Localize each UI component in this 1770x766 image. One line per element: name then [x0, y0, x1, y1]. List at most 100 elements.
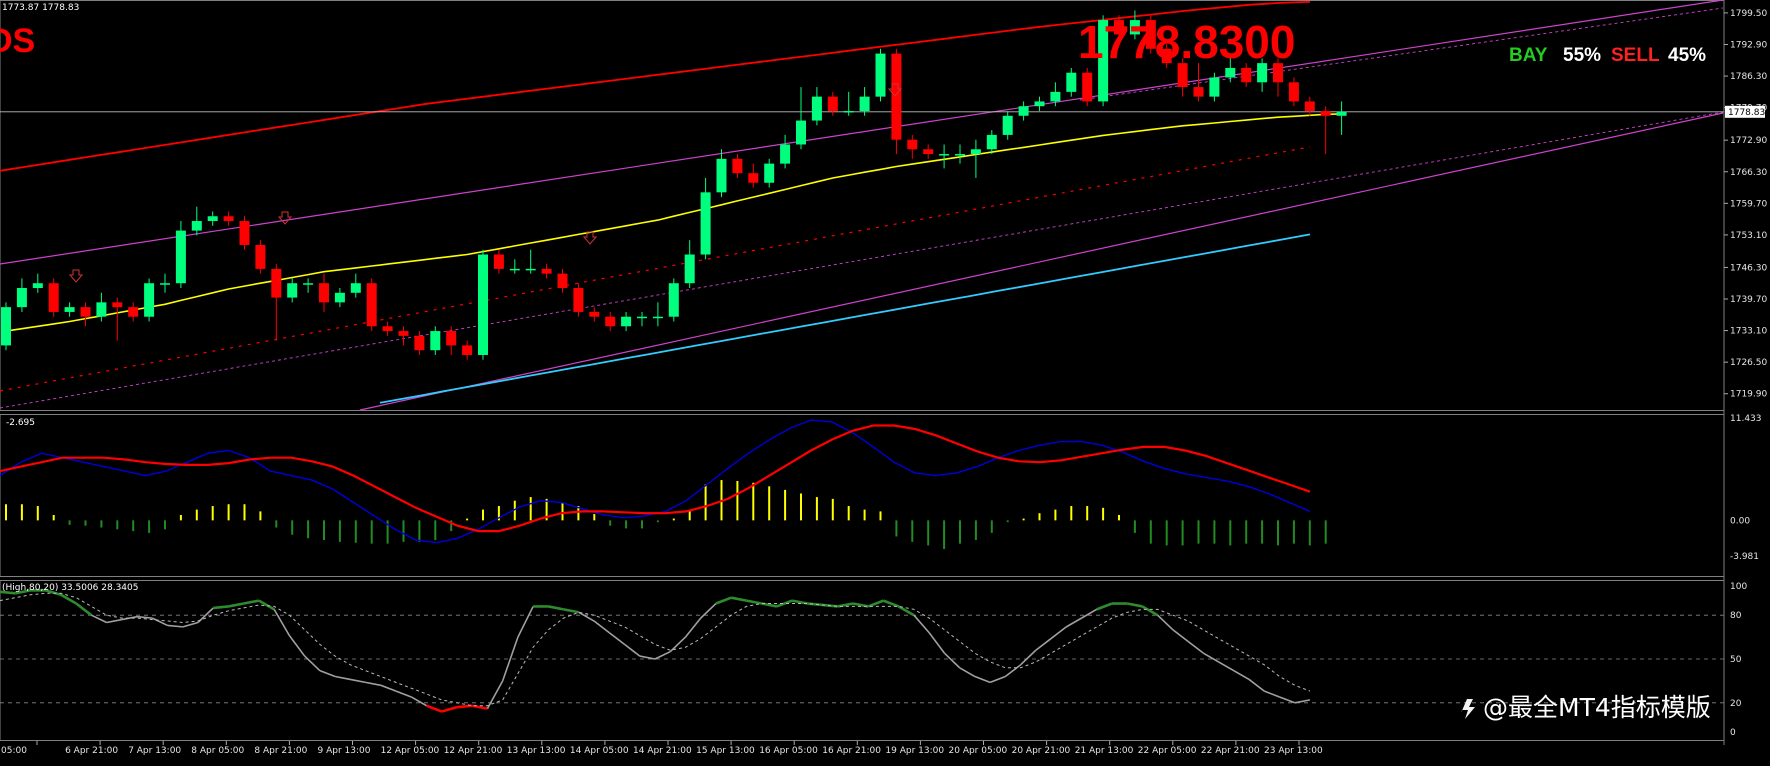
candle-body[interactable]: [1336, 111, 1347, 116]
candle-body[interactable]: [684, 254, 695, 284]
main-price-panel[interactable]: [0, 0, 1724, 411]
candle-body[interactable]: [414, 335, 425, 351]
candle-body[interactable]: [255, 244, 266, 269]
candle-body[interactable]: [541, 268, 552, 274]
candle-body[interactable]: [668, 283, 679, 317]
candle[interactable]: [732, 154, 743, 178]
candle-body[interactable]: [1304, 101, 1315, 111]
candle[interactable]: [1002, 110, 1013, 140]
candle[interactable]: [557, 268, 568, 293]
candle-body[interactable]: [748, 173, 759, 183]
candle[interactable]: [1, 302, 11, 351]
candle-body[interactable]: [732, 158, 743, 174]
candle-body[interactable]: [923, 149, 934, 155]
candle[interactable]: [796, 87, 806, 150]
candle-body[interactable]: [271, 268, 282, 298]
candle[interactable]: [446, 326, 457, 355]
candle-body[interactable]: [1018, 106, 1029, 116]
candle-body[interactable]: [319, 283, 329, 303]
candle[interactable]: [668, 278, 679, 322]
candle[interactable]: [764, 158, 775, 188]
candle[interactable]: [255, 240, 266, 274]
candle[interactable]: [525, 249, 536, 274]
candle-body[interactable]: [1066, 72, 1077, 92]
candle-body[interactable]: [525, 268, 536, 271]
candle[interactable]: [1336, 101, 1347, 135]
candle-body[interactable]: [80, 307, 91, 317]
candle-body[interactable]: [382, 326, 393, 332]
candle[interactable]: [684, 240, 695, 289]
candle[interactable]: [986, 130, 997, 155]
candle[interactable]: [207, 211, 218, 226]
candle[interactable]: [16, 278, 27, 312]
candle[interactable]: [589, 307, 600, 322]
candle-body[interactable]: [716, 158, 727, 193]
candle[interactable]: [319, 273, 329, 312]
candle-body[interactable]: [557, 273, 568, 289]
candle[interactable]: [621, 311, 632, 332]
candle-body[interactable]: [478, 254, 488, 355]
candle-body[interactable]: [796, 120, 806, 145]
candle[interactable]: [1193, 63, 1204, 102]
candle[interactable]: [573, 283, 584, 317]
candle-body[interactable]: [64, 307, 75, 312]
candle[interactable]: [955, 144, 965, 164]
candle[interactable]: [843, 91, 854, 116]
candle[interactable]: [112, 297, 123, 341]
candle-body[interactable]: [1, 307, 11, 346]
trading-chart[interactable]: 1799.501792.901786.301779.701772.901766.…: [0, 0, 1770, 766]
candle-body[interactable]: [1082, 72, 1093, 102]
candle-body[interactable]: [1002, 115, 1013, 135]
candle-body[interactable]: [955, 154, 965, 156]
candle-body[interactable]: [780, 144, 791, 164]
candle[interactable]: [652, 302, 663, 327]
candle[interactable]: [350, 273, 361, 298]
chart-window[interactable]: 1799.501792.901786.301779.701772.901766.…: [0, 0, 1770, 766]
candle-body[interactable]: [334, 292, 345, 303]
candle[interactable]: [175, 221, 186, 289]
candle[interactable]: [891, 48, 902, 155]
candle-body[interactable]: [32, 283, 43, 289]
candle-body[interactable]: [859, 96, 870, 111]
candle-body[interactable]: [1209, 77, 1220, 97]
candle[interactable]: [80, 302, 91, 327]
candle-body[interactable]: [430, 331, 441, 351]
candle-body[interactable]: [1193, 87, 1204, 97]
candle[interactable]: [334, 288, 345, 308]
candle-body[interactable]: [605, 316, 616, 327]
candle[interactable]: [1066, 67, 1077, 97]
candle-body[interactable]: [48, 283, 59, 312]
candle[interactable]: [939, 144, 950, 169]
candle[interactable]: [509, 259, 520, 274]
candle-body[interactable]: [160, 283, 170, 285]
candle-body[interactable]: [1034, 101, 1045, 107]
candle[interactable]: [287, 278, 298, 303]
candle[interactable]: [907, 134, 918, 159]
candle-body[interactable]: [191, 221, 202, 231]
candle[interactable]: [1288, 77, 1299, 107]
candle[interactable]: [1034, 96, 1045, 111]
candle-body[interactable]: [16, 288, 27, 308]
candle[interactable]: [1304, 96, 1315, 116]
candle-body[interactable]: [621, 316, 632, 327]
candle-body[interactable]: [827, 96, 838, 111]
candle[interactable]: [478, 249, 488, 360]
candle-body[interactable]: [907, 139, 918, 150]
candle[interactable]: [366, 278, 377, 332]
candle[interactable]: [32, 273, 43, 293]
candle-body[interactable]: [223, 216, 234, 222]
candle[interactable]: [1082, 67, 1093, 107]
candle-body[interactable]: [970, 149, 981, 155]
candle-body[interactable]: [207, 216, 218, 222]
candle[interactable]: [637, 311, 647, 327]
candle[interactable]: [191, 206, 202, 236]
candle[interactable]: [223, 211, 234, 226]
candle[interactable]: [541, 264, 552, 279]
candle[interactable]: [144, 278, 155, 322]
candle[interactable]: [700, 177, 711, 260]
candle-body[interactable]: [1225, 67, 1236, 78]
candle[interactable]: [1018, 101, 1029, 121]
candle[interactable]: [48, 278, 59, 317]
candle-body[interactable]: [128, 307, 139, 317]
candle-body[interactable]: [700, 192, 711, 255]
